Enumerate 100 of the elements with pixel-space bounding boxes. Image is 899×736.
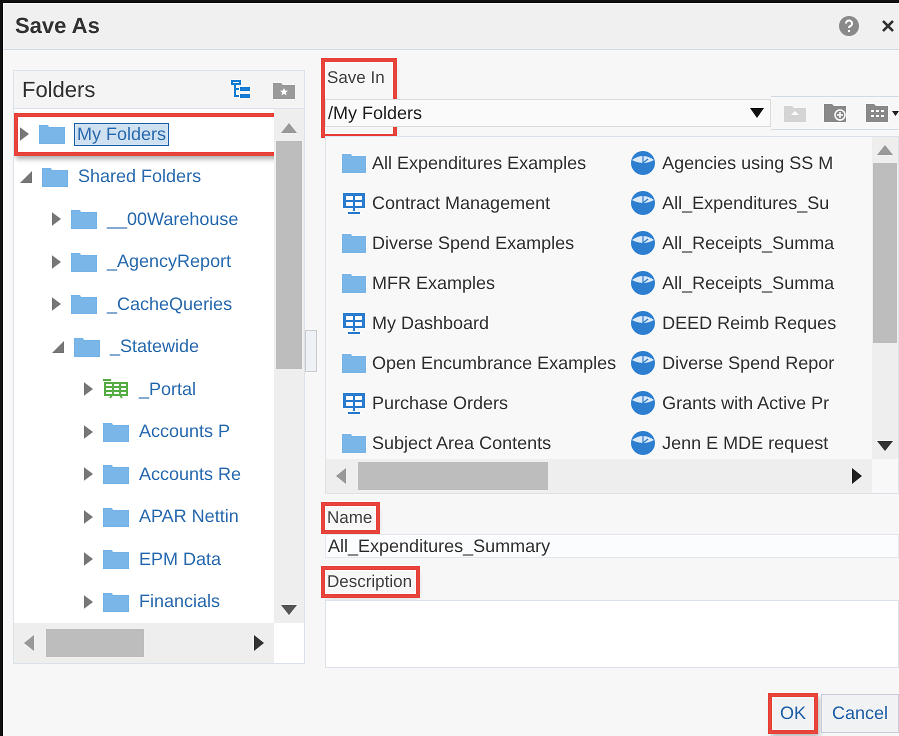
tree-item-label: __00Warehouse xyxy=(107,208,238,230)
tree-item[interactable]: Financials xyxy=(14,580,270,623)
scroll-up-icon[interactable] xyxy=(877,145,893,155)
collapsed-arrow-icon[interactable] xyxy=(20,127,29,142)
view-grid-icon[interactable] xyxy=(865,103,899,123)
table-icon xyxy=(103,379,129,400)
dialog-button[interactable]: Cancel xyxy=(820,694,899,733)
folder-icon xyxy=(103,422,129,442)
globe-icon xyxy=(630,230,656,256)
monitor-icon xyxy=(342,192,366,214)
tree-item-label: _AgencyReport xyxy=(107,251,232,272)
catalog-item[interactable]: Grants with Active Pr xyxy=(630,383,836,423)
folder-icon xyxy=(342,273,366,293)
scrollbar[interactable] xyxy=(326,459,872,493)
collapsed-arrow-icon[interactable] xyxy=(84,594,93,609)
scrollbar[interactable] xyxy=(14,623,274,663)
globe-icon xyxy=(630,350,656,376)
catalog-item[interactable]: Purchase Orders xyxy=(342,383,616,423)
collapsed-arrow-icon[interactable] xyxy=(84,467,93,482)
folder-icon xyxy=(42,166,68,187)
collapsed-arrow-icon[interactable] xyxy=(52,254,61,269)
expanded-arrow-icon[interactable] xyxy=(20,170,32,183)
catalog-item[interactable]: MFR Examples xyxy=(342,263,616,303)
folder-icon xyxy=(71,252,97,272)
scroll-up-icon[interactable] xyxy=(281,123,297,133)
folder-icon xyxy=(103,592,129,612)
catalog-item[interactable]: Subject Area Contents xyxy=(342,423,616,459)
folder-icon xyxy=(342,353,366,373)
scroll-down-icon[interactable] xyxy=(281,605,297,615)
tree-item[interactable]: APAR Nettin xyxy=(14,496,270,538)
catalog-item[interactable]: All_Receipts_Summa xyxy=(630,223,836,263)
catalog-item[interactable]: Jenn E MDE request xyxy=(630,423,836,459)
tree-item-label: _Statewide xyxy=(110,336,200,358)
globe-icon xyxy=(630,430,656,456)
catalog-item[interactable]: All Expenditures Examples xyxy=(342,143,616,183)
catalog-item[interactable]: Open Encumbrance Examples xyxy=(342,343,616,383)
collapsed-arrow-icon[interactable] xyxy=(84,382,93,396)
close-icon[interactable] xyxy=(881,19,895,33)
scroll-left-icon[interactable] xyxy=(336,468,346,484)
window-title: Save As xyxy=(15,13,100,39)
description-field[interactable] xyxy=(325,600,899,668)
catalog-item[interactable]: DEED Reimb Reques xyxy=(630,303,836,343)
scroll-down-icon[interactable] xyxy=(877,441,893,451)
catalog-item[interactable]: Diverse Spend Examples xyxy=(342,223,616,263)
folder-icon xyxy=(342,433,366,453)
folder-icon xyxy=(342,233,366,253)
tree-item[interactable]: EPM Data xyxy=(14,538,270,580)
catalog-item[interactable]: Contract Management xyxy=(342,183,616,223)
tree-item-label: Shared Folders xyxy=(78,166,202,188)
dialog-button[interactable]: OK xyxy=(768,694,817,733)
tree-item-label: My Folders xyxy=(75,124,168,145)
collapsed-arrow-icon[interactable] xyxy=(84,424,93,439)
scrollbar[interactable] xyxy=(274,109,304,623)
scroll-left-icon[interactable] xyxy=(24,635,34,651)
scrollbar[interactable] xyxy=(872,137,898,459)
tree-item[interactable]: _Statewide xyxy=(14,326,270,368)
folder-icon xyxy=(342,153,366,173)
scroll-right-icon[interactable] xyxy=(254,635,264,651)
splitter-handle[interactable] xyxy=(305,330,317,372)
folder-icon xyxy=(103,549,129,570)
folder-icon xyxy=(71,209,97,230)
tree-item[interactable]: Shared Folders xyxy=(14,156,270,198)
folder-icon xyxy=(71,294,97,314)
tree-item-label: _CacheQueries xyxy=(107,294,232,315)
save-in-dropdown[interactable]: /My Folders xyxy=(325,99,771,127)
tree-item[interactable]: _Portal xyxy=(14,368,270,410)
catalog-item[interactable]: Diverse Spend Repor xyxy=(630,343,836,383)
help-icon[interactable] xyxy=(839,16,859,36)
panel-title: Folders xyxy=(22,76,96,102)
monitor-icon xyxy=(342,392,366,414)
catalog-item[interactable]: All_Expenditures_Su xyxy=(630,183,836,223)
globe-icon xyxy=(630,270,656,296)
expanded-arrow-icon[interactable] xyxy=(52,340,64,353)
collapsed-arrow-icon[interactable] xyxy=(52,297,61,312)
tree-view-icon[interactable] xyxy=(230,78,252,100)
globe-icon xyxy=(630,190,656,216)
tree-item[interactable]: My Folders xyxy=(14,113,274,156)
tree-item-label: EPM Data xyxy=(139,548,222,570)
folder-icon xyxy=(74,336,100,357)
tree-item[interactable]: _CacheQueries xyxy=(14,283,270,326)
collapsed-arrow-icon[interactable] xyxy=(84,510,93,524)
tree-item-label: APAR Nettin xyxy=(139,506,239,528)
catalog-item[interactable]: My Dashboard xyxy=(342,303,616,343)
tree-item[interactable]: Accounts P xyxy=(14,410,270,453)
new-folder-icon[interactable] xyxy=(823,103,849,123)
tree-item[interactable]: Accounts Re xyxy=(14,453,270,496)
tree-item-label: Financials xyxy=(139,591,220,612)
tree-item[interactable]: _AgencyReport xyxy=(14,240,270,283)
dropdown-caret-icon xyxy=(750,108,764,118)
globe-icon xyxy=(630,390,656,416)
collapsed-arrow-icon[interactable] xyxy=(84,552,93,566)
catalog-item[interactable]: Agencies using SS M xyxy=(630,143,836,183)
scroll-right-icon[interactable] xyxy=(852,468,862,484)
tree-item[interactable]: __00Warehouse xyxy=(14,198,270,240)
catalog-item[interactable]: All_Receipts_Summa xyxy=(630,263,836,303)
folder-icon xyxy=(39,124,65,144)
collapsed-arrow-icon[interactable] xyxy=(52,212,61,226)
folder-icon xyxy=(103,506,129,527)
monitor-icon xyxy=(342,312,366,334)
name-field[interactable]: All_Expenditures_Summary xyxy=(325,534,899,558)
